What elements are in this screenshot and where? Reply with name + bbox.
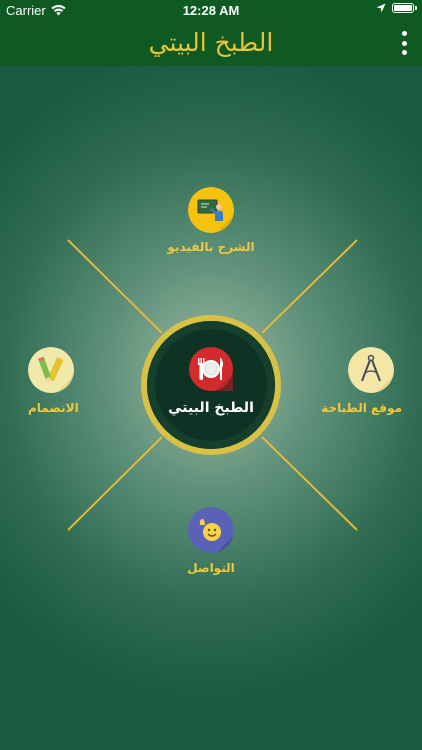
waving-smiley-icon[interactable] bbox=[188, 507, 234, 553]
pencil-ruler-icon[interactable] bbox=[28, 347, 74, 393]
connector-line-bottom-right bbox=[261, 436, 358, 531]
contact-node-label[interactable]: التواصل bbox=[151, 561, 271, 575]
connector-line-top-left bbox=[67, 239, 163, 334]
plate-cutlery-icon[interactable] bbox=[189, 347, 233, 391]
compass-drawing-icon[interactable] bbox=[348, 347, 394, 393]
center-hub-label[interactable]: الطبخ البيتي bbox=[141, 400, 281, 416]
teacher-board-icon[interactable] bbox=[188, 187, 234, 233]
app-screen: Carrier 12:28 AM الطبخ البيتي الطبخ البي… bbox=[0, 0, 422, 750]
connector-line-bottom-left bbox=[67, 436, 163, 531]
site-node-label[interactable]: موقع الطباخة bbox=[282, 401, 402, 415]
connector-line-top-right bbox=[261, 239, 358, 334]
join-node-label[interactable]: الانضمام bbox=[28, 401, 148, 415]
video-node-label[interactable]: الشرح بالفيديو bbox=[151, 240, 271, 254]
